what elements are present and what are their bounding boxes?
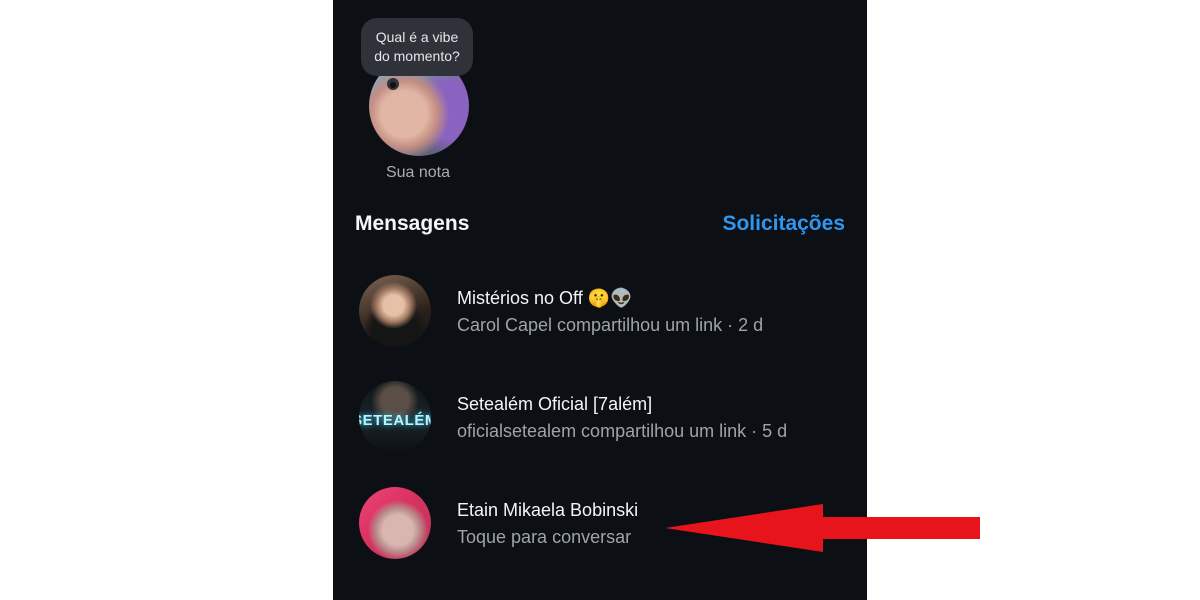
conversation-name: Etain Mikaela Bobinski (457, 500, 639, 520)
conversation-subtitle: Carol Capel compartilhou um link · 2 d (457, 315, 764, 335)
conversation-name: Mistérios no Off 🤫👽 (457, 288, 633, 308)
avatar (359, 275, 431, 347)
avatar-logo-text: SETEALÉM (359, 411, 431, 429)
avatar (359, 487, 431, 559)
conversation-item[interactable]: Mistérios no Off 🤫👽 Carol Capel comparti… (333, 275, 867, 361)
your-note[interactable]: Qual é a vibe do momento? Sua nota (359, 18, 477, 188)
annotation-arrow (665, 504, 980, 552)
conversation-name: Setealém Oficial [7além] (457, 394, 653, 414)
messages-header: Mensagens Solicitações (355, 212, 845, 240)
conversation-subtitle: oficialsetealem compartilhou um link · 5… (457, 421, 788, 441)
note-bubble-tail-dot (390, 82, 396, 88)
note-label: Sua nota (385, 164, 451, 181)
messages-title: Mensagens (355, 212, 470, 235)
conversation-subtitle: Toque para conversar (457, 527, 632, 547)
requests-link[interactable]: Solicitações (722, 212, 845, 236)
conversation-item[interactable]: SETEALÉM Setealém Oficial [7além] oficia… (333, 381, 867, 467)
note-bubble[interactable]: Qual é a vibe do momento? (361, 18, 473, 76)
avatar: SETEALÉM (359, 381, 431, 453)
